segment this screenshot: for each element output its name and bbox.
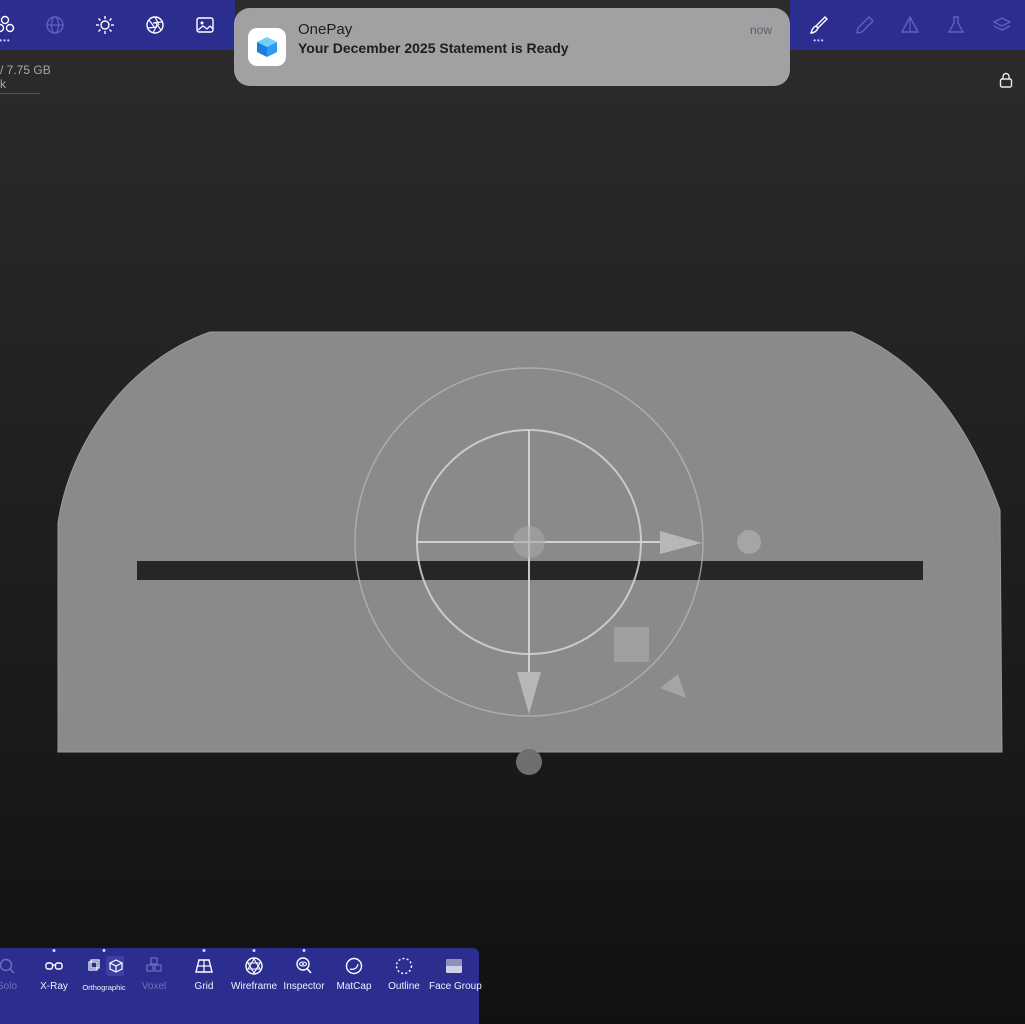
orthographic-label: Orthographic <box>82 983 126 992</box>
grid-button[interactable]: Grid <box>179 949 229 992</box>
caret-indicator <box>252 949 256 952</box>
flask-icon[interactable] <box>933 0 979 50</box>
nodes-icon[interactable]: ••• <box>0 0 30 50</box>
voxel-button[interactable]: Voxel <box>129 956 179 992</box>
matcap-icon <box>345 957 363 975</box>
matcap-label: MatCap <box>336 981 372 992</box>
top-toolbar-right: ••• <box>790 0 1025 50</box>
model-slot <box>137 561 923 580</box>
cube-icon <box>88 956 124 976</box>
globe-icon[interactable] <box>30 0 80 50</box>
solo-button[interactable]: Solo <box>0 956 32 992</box>
solo-label: Solo <box>0 981 17 992</box>
grid-label: Grid <box>194 981 214 992</box>
face-group-button[interactable]: Face Group <box>429 956 482 992</box>
inspector-label: Inspector <box>283 981 325 992</box>
face-group-label: Face Group <box>429 981 482 992</box>
prism-icon[interactable] <box>888 0 934 50</box>
viewport-3d[interactable] <box>0 0 1025 1024</box>
wireframe-label: Wireframe <box>230 981 278 992</box>
inspector-button[interactable]: Inspector <box>279 949 329 992</box>
aperture-icon[interactable] <box>130 0 180 50</box>
bottom-view-toolbar: Solo X-Ray Orthographic Voxel Grid Wiref… <box>0 948 482 1024</box>
voxel-label: Voxel <box>141 981 167 992</box>
more-dots: ••• <box>0 36 11 45</box>
notification-app-name: OnePay <box>298 21 353 38</box>
grid-icon <box>195 959 213 973</box>
notification-message: Your December 2025 Statement is Ready <box>298 40 569 56</box>
memory-readout: / 7.75 GB <box>0 63 51 77</box>
outline-button[interactable]: Outline <box>379 956 429 992</box>
xray-label: X-Ray <box>40 981 68 992</box>
gizmo-center-handle[interactable] <box>513 526 545 558</box>
notification-banner[interactable]: OnePay Your December 2025 Statement is R… <box>234 8 790 86</box>
gizmo-x-scale-handle[interactable] <box>737 530 761 554</box>
sun-icon[interactable] <box>80 0 130 50</box>
outline-icon <box>395 957 413 975</box>
caret-indicator <box>302 949 306 952</box>
face-group-icon <box>446 959 462 973</box>
caret-indicator <box>202 949 206 952</box>
wireframe-icon <box>245 957 263 975</box>
orthographic-button[interactable]: Orthographic <box>79 949 129 992</box>
inspector-icon <box>296 957 312 974</box>
image-icon[interactable] <box>180 0 230 50</box>
onepay-app-icon <box>248 28 286 66</box>
glasses-icon <box>45 962 63 970</box>
search-icon <box>0 958 15 974</box>
matcap-button[interactable]: MatCap <box>329 956 379 992</box>
voxel-icon <box>146 957 162 972</box>
pen-icon[interactable] <box>842 0 888 50</box>
top-toolbar-left: ••• <box>0 0 235 50</box>
notification-content: OnePay Your December 2025 Statement is R… <box>298 21 776 57</box>
xray-button[interactable]: X-Ray <box>29 949 79 992</box>
gizmo-pivot-handle[interactable] <box>516 749 542 775</box>
scene-stats: / 7.75 GB k <box>0 63 51 94</box>
notification-time: now <box>749 23 772 37</box>
outline-label: Outline <box>388 981 420 992</box>
lock-icon[interactable] <box>999 72 1013 88</box>
stats-line: k <box>0 77 40 94</box>
layers-icon[interactable] <box>979 0 1025 50</box>
more-dots: ••• <box>813 36 825 45</box>
wireframe-button[interactable]: Wireframe <box>229 949 279 992</box>
gizmo-plane-handle[interactable] <box>614 627 649 662</box>
caret-indicator <box>52 949 56 952</box>
caret-indicator <box>102 949 106 952</box>
brush-icon[interactable]: ••• <box>796 0 842 50</box>
